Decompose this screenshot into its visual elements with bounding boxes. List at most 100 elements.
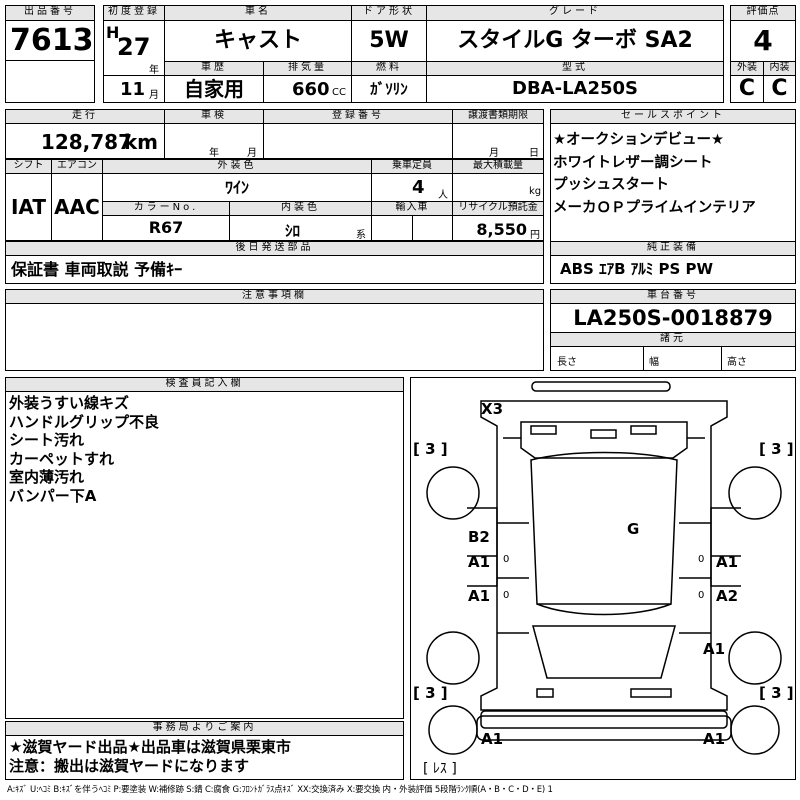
spare-tire-front-shape	[428, 705, 478, 755]
wheel-front-right-shape	[728, 466, 782, 520]
equipment-label: 純正装備	[550, 241, 796, 256]
wiper-shape	[530, 425, 557, 435]
diagram-a1-left-rear: A1	[468, 587, 491, 605]
sales-points-label: セールスポイント	[550, 109, 796, 124]
diagram-spare: [ ﾚｽ ]	[423, 761, 457, 777]
specs-label: 諸元	[550, 332, 796, 347]
inspector-label: 検査員記入欄	[5, 377, 404, 392]
shift: IAT	[5, 173, 52, 241]
exterior-color-label: 外装色	[102, 159, 372, 174]
shift-label: シフト	[5, 159, 52, 174]
interior-color: ｼﾛ 系	[229, 215, 372, 241]
diagram-a1-bottom-left: A1	[481, 730, 504, 748]
lot-number: 76130	[5, 20, 95, 61]
recycle-value: 8,550	[476, 220, 527, 239]
rear-bumper-shape	[480, 710, 728, 729]
equipment: ABS ｴｱB ｱﾙﾐ PS PW	[550, 255, 796, 284]
inspector-line: カーペットすれ	[9, 449, 115, 468]
max-load-label: 最大積載量	[452, 159, 544, 174]
diagram-a1-right-front: A1	[716, 553, 739, 571]
fuel: ｶﾞｿﾘﾝ	[351, 75, 427, 103]
capacity-unit: 人	[438, 190, 448, 201]
inspector-line: ハンドルグリップ不良	[9, 412, 160, 431]
diagram-a1-left-front: A1	[468, 553, 491, 571]
diagram-a1-bottom-right: A1	[703, 730, 726, 748]
car-name-label: 車名	[164, 5, 352, 21]
registration-number	[263, 123, 453, 159]
body-outline-shape	[480, 400, 728, 711]
diagram-g: G	[627, 520, 640, 538]
color-no-label: カラーNo.	[102, 201, 230, 216]
inspection: 年 月	[164, 123, 264, 159]
later-items: 保証書 車両取説 予備ｷｰ	[5, 255, 544, 284]
month-unit: 月	[149, 90, 159, 101]
later-items-label: 後日発送部品	[5, 241, 544, 256]
import-label: 輸入車	[371, 201, 453, 216]
grade-label: グレード	[426, 5, 724, 21]
import-right	[412, 215, 453, 241]
diagram-zero: 0	[698, 554, 705, 565]
roof-line-shape	[536, 603, 672, 616]
transfer-month-unit: 月	[489, 148, 499, 159]
lot-number-blank	[5, 60, 95, 103]
max-load: kg	[452, 173, 544, 202]
sales-point: ホワイトレザー調シート	[553, 154, 713, 171]
first-registration-label: 初度登録	[103, 5, 165, 21]
sales-point: メーカＯＰプライムインテリア	[553, 199, 756, 216]
fuel-label: 燃料	[351, 61, 427, 76]
recycle-unit: 円	[530, 230, 540, 241]
roof-shape	[530, 451, 678, 605]
sales-points: ★オークションデビュー★ ホワイトレザー調シート プッシュスタート メーカＯＰプ…	[550, 123, 796, 242]
inspection-label: 車検	[164, 109, 264, 124]
diagram-tire-bottom-right: [ 3 ]	[759, 684, 794, 702]
model-label: 型式	[426, 61, 724, 76]
chassis-number: LA250S-0018879	[550, 303, 796, 333]
sales-point: プッシュスタート	[553, 177, 669, 193]
aircon: AAC	[51, 173, 103, 241]
exterior-grade: C	[730, 75, 764, 103]
inspector-line: シート汚れ	[9, 431, 85, 449]
registration-year: 27	[117, 33, 151, 61]
side-panel-shape	[467, 507, 741, 587]
diagram-a1-right-wheel: A1	[703, 640, 726, 658]
first-registration: H 27 年	[103, 20, 165, 76]
inspector-comments: 外装うすい線キズ ハンドルグリップ不良 シート汚れ カーペットすれ 室内薄汚れ …	[5, 391, 404, 719]
mirror-shape	[590, 429, 617, 439]
inspector-line: バンパー下A	[9, 486, 97, 505]
exterior-label: 外装	[730, 61, 764, 76]
chassis-label: 車台番号	[550, 289, 796, 304]
wheel-front-left-shape	[426, 466, 480, 520]
diagram-zero: 0	[503, 554, 510, 565]
aircon-label: エアコン	[51, 159, 103, 174]
door-line-shape	[497, 522, 711, 634]
inspector-line: 外装うすい線キズ	[9, 394, 130, 412]
displacement-value: 660	[292, 79, 330, 100]
legend: A:ｷｽﾞ U:ﾍｺﾐ B:ｷｽﾞを伴うﾍｺﾐ P:要塗装 W:補修跡 S:錆 …	[7, 785, 553, 795]
car-diagram: X3 [ 3 ] [ 3 ] B2 G A1 0 A1 0 A1 0 A2 0 …	[410, 377, 796, 780]
interior-color-value: ｼﾛ	[285, 222, 301, 240]
registration-label: 登録番号	[263, 109, 453, 124]
capacity-label: 乗車定員	[371, 159, 453, 174]
registration-month: 11	[120, 79, 146, 100]
office-line: ★滋賀ヤード出品★出品車は滋賀県栗東市	[9, 738, 291, 756]
rear-glass-shape	[532, 625, 676, 679]
office-line: 注意：搬出は滋賀ヤードになります	[9, 757, 250, 775]
diagram-b2: B2	[468, 528, 490, 546]
max-load-unit: kg	[529, 186, 542, 197]
interior-color-label: 内装色	[229, 201, 372, 216]
door-label: ドア形状	[351, 5, 427, 21]
transfer-day-unit: 日	[529, 148, 539, 159]
wiper-shape	[630, 425, 657, 435]
door-type: 5W	[351, 20, 427, 62]
inspection-month-unit: 月	[247, 148, 257, 159]
displacement-unit: CC	[332, 87, 346, 98]
car-name: キャスト	[164, 20, 352, 62]
spare-tire-rear-shape	[730, 705, 780, 755]
spec-width: 幅	[643, 346, 722, 371]
recycle-label: リサイクル預託金	[452, 201, 544, 216]
front-bumper-shape	[531, 381, 671, 392]
displacement-label: 排気量	[263, 61, 352, 76]
spec-length: 長さ	[550, 346, 644, 371]
capacity-value: 4	[412, 177, 425, 198]
displacement: 660 CC	[263, 75, 352, 103]
